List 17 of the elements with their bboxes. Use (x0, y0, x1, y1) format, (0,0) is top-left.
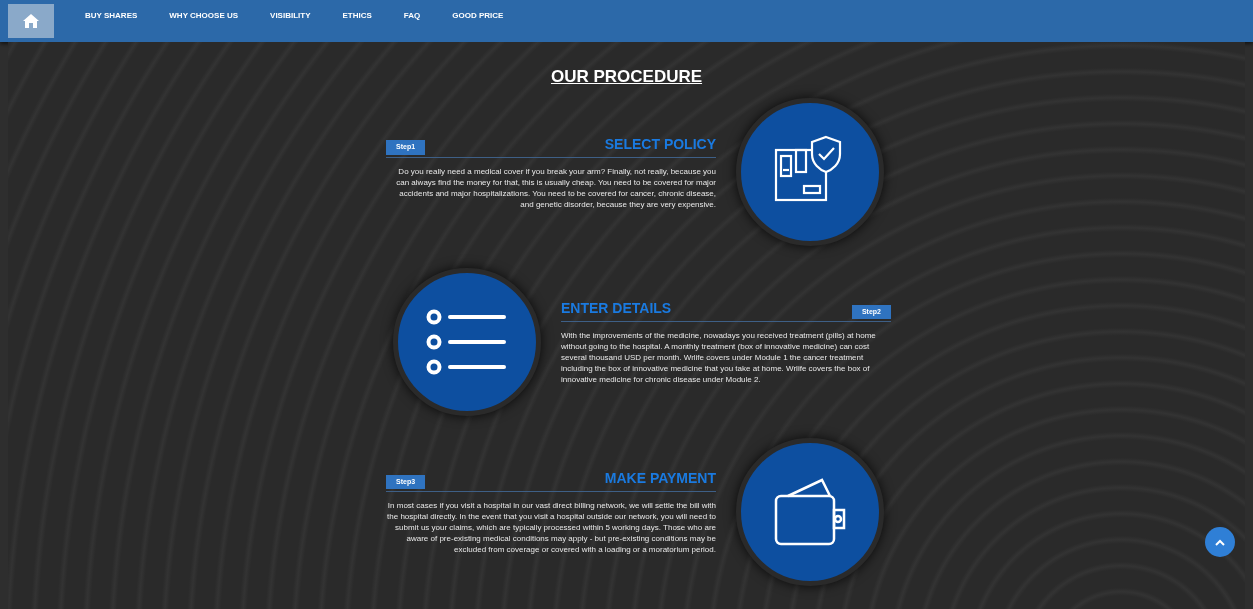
step-description: Do you really need a medical cover if you break your arm? Finally, not really, because you can always find the money for that, this is usually cheap. You need to be covered for major accidents and major hospitalizations. You need to be covered for cancer, chronic disease, and genetic disorder, because they are very expensive. (395, 165, 716, 210)
nav-link[interactable]: GOOD PRICE (445, 10, 511, 22)
nav-link[interactable]: VISIBILITY (263, 10, 318, 22)
step-description: In most cases if you visit a hospital in our vast direct billing network, we will settle the bill with the hospital directly. In the event that you visit a hospital outside our network, you will need to submit us your claims, which are typically processed within 5 working days. Those who are aware of pre-existing medical conditions may apply - but pre-existing conditions may be excluded from coverage or covered with a loading or a moratorium period. (386, 500, 716, 555)
step-title: SELECT POLICY (604, 134, 716, 154)
wallet-icon (772, 475, 848, 548)
nav-link[interactable]: ETHICS (335, 10, 379, 22)
step-description: With the improvements of the medicine, nowadays you received treatment (pills) at home without going to the hospital. A monthly treatment (box of innovative medicine) can cost several thousand USD per month. Wrlife covers under Module 1 the cancer treatment including the box of innovative medicine that you take at home. Wrlife covers the box of innovative medicine for chronic disease under Module 2. (561, 330, 877, 385)
chevron-up-icon (1215, 538, 1225, 546)
nav-link[interactable]: BUY SHARES (78, 10, 145, 22)
nav-link[interactable]: WHY CHOOSE US (162, 10, 246, 22)
nav-link[interactable]: FAQ (396, 10, 428, 22)
page-heading: OUR PROCEDURE (549, 66, 704, 88)
home-icon (22, 13, 40, 29)
list-icon (426, 308, 508, 375)
step-title: MAKE PAYMENT (604, 469, 716, 488)
step-title: ENTER DETAILS (561, 299, 672, 318)
